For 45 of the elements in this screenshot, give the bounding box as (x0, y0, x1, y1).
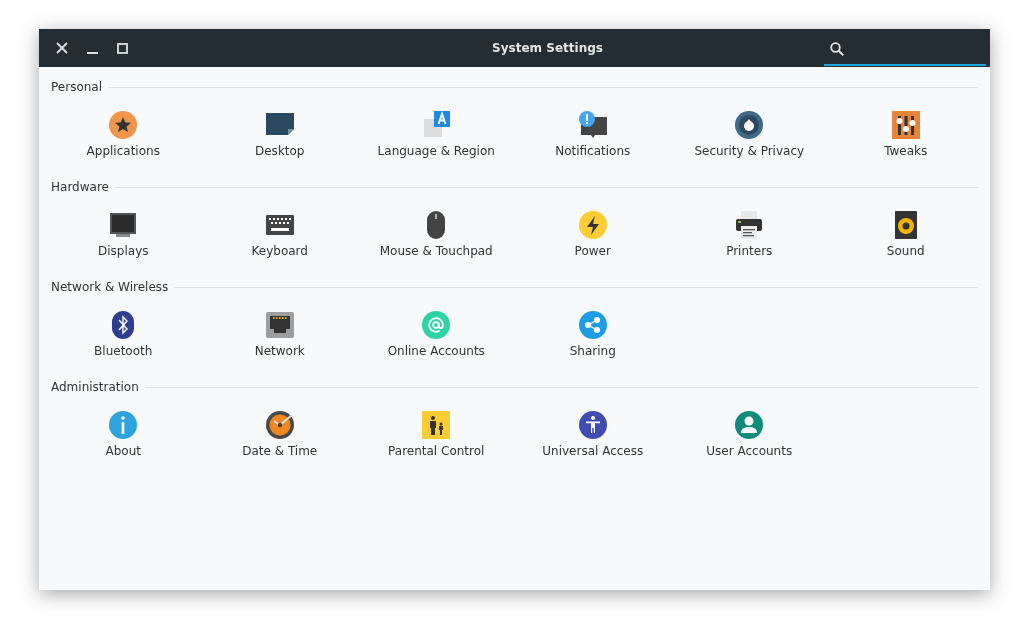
clock-icon (265, 411, 294, 439)
info-icon (109, 411, 138, 439)
sliders-icon (891, 111, 920, 139)
speech-bubble-icon (578, 111, 607, 139)
search-icon (830, 42, 844, 56)
accessibility-icon (578, 411, 607, 439)
section-header: Network & Wireless (51, 280, 169, 294)
ethernet-port-icon (265, 311, 294, 339)
settings-item[interactable]: Notifications (514, 111, 671, 159)
maximize-icon (116, 42, 128, 54)
minimize-icon (86, 51, 98, 54)
settings-item[interactable]: User Accounts (671, 411, 828, 459)
settings-item[interactable]: Language & Region (358, 111, 515, 159)
settings-item[interactable]: Universal Access (514, 411, 671, 459)
settings-item[interactable]: Bluetooth (45, 311, 202, 359)
parent-child-icon (422, 411, 451, 439)
settings-item[interactable]: About (45, 411, 202, 459)
section-header: Personal (51, 80, 102, 94)
settings-item[interactable]: Sound (827, 211, 984, 259)
settings-item[interactable]: Power (514, 211, 671, 259)
settings-item[interactable]: Date & Time (201, 411, 358, 459)
settings-item[interactable]: Tweaks (827, 111, 984, 159)
language-icon (422, 111, 451, 139)
printer-icon (735, 211, 764, 239)
monitor-icon (109, 211, 138, 239)
section-header: Hardware (51, 180, 109, 194)
settings-item[interactable]: Sharing (514, 311, 671, 359)
settings-item[interactable]: Parental Control (358, 411, 515, 459)
at-sign-icon (422, 311, 451, 339)
settings-item[interactable]: Displays (45, 211, 202, 259)
settings-item[interactable]: Printers (671, 211, 828, 259)
lightning-bolt-icon (578, 211, 607, 239)
settings-item[interactable]: Desktop (201, 111, 358, 159)
settings-item[interactable]: Security & Privacy (671, 111, 828, 159)
settings-item[interactable]: Keyboard (201, 211, 358, 259)
window-title: System Settings (491, 41, 604, 55)
user-icon (735, 411, 764, 439)
share-icon (578, 311, 607, 339)
settings-item[interactable]: Network (201, 311, 358, 359)
shield-ring-icon (735, 111, 764, 139)
close-icon (56, 42, 68, 54)
settings-item[interactable]: Online Accounts (358, 311, 515, 359)
section-header: Administration (51, 380, 139, 394)
settings-item[interactable]: Mouse & Touchpad (358, 211, 515, 259)
settings-item[interactable]: Applications (45, 111, 202, 159)
